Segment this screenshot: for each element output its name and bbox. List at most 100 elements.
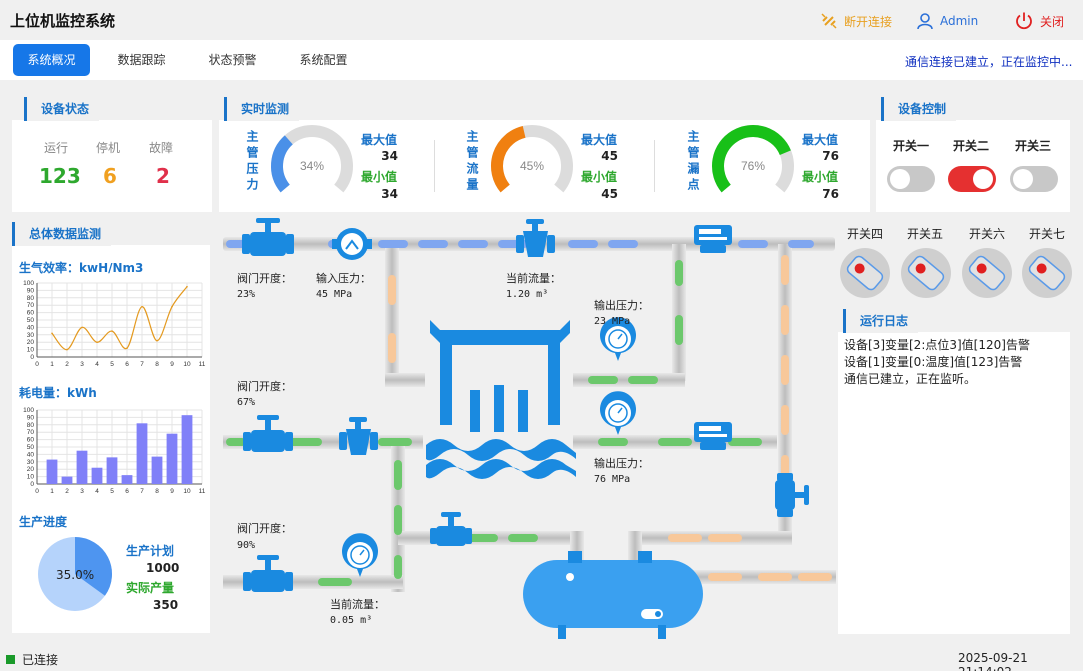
switch-2-label: 开关二 xyxy=(953,139,990,153)
device-status-title: 设备状态 xyxy=(24,97,100,121)
pie-percent-label: 35.0% xyxy=(56,568,95,582)
data-point xyxy=(141,305,143,308)
gauge-min-value: 34 xyxy=(381,187,398,201)
status-fault-value: 2 xyxy=(156,164,170,188)
y-tick-label: 10 xyxy=(27,347,35,354)
rotary-knob-icon xyxy=(846,255,884,291)
input-pressure-label: 输入压力： xyxy=(316,272,371,285)
gauge-max-label: 最大值 xyxy=(581,133,618,147)
series-line xyxy=(51,286,188,351)
pressure-sensor-icon xyxy=(342,533,378,577)
bar xyxy=(91,467,103,484)
x-tick-label: 3 xyxy=(80,361,84,368)
switch-1-toggle[interactable] xyxy=(887,166,935,192)
y-tick-label: 30 xyxy=(27,459,35,466)
x-tick-label: 9 xyxy=(170,361,174,368)
data-point xyxy=(156,339,158,342)
switch-5-label: 开关五 xyxy=(907,227,944,241)
user-button[interactable]: Admin xyxy=(916,10,978,32)
tab-overview[interactable]: 系统概况 xyxy=(13,44,90,76)
x-tick-label: 1 xyxy=(50,488,54,495)
x-tick-label: 11 xyxy=(199,488,206,495)
title-bar: 上位机监控系统 断开连接 Admin 关闭 xyxy=(0,0,1083,40)
x-tick-label: 1 xyxy=(50,361,54,368)
y-tick-label: 70 xyxy=(27,429,35,436)
x-tick-label: 5 xyxy=(110,488,114,495)
power-bar-chart: 01020304050607080901000 1 2 3 4 5 6 7 8 9 10 11 xyxy=(23,407,206,495)
gauge-label: 主管压力 xyxy=(245,130,259,194)
actual-label: 实际产量 xyxy=(126,581,175,595)
bar xyxy=(76,450,88,484)
gauge-max-value: 34 xyxy=(381,149,398,163)
gauge-max-value: 45 xyxy=(601,149,618,163)
switch-3-toggle[interactable] xyxy=(1010,166,1058,192)
x-tick-label: 0 xyxy=(35,488,39,495)
overall-panel: 总体数据监测 生气效率：kwH/Nm3 耗电量：kWh 生产进度 0 10 20 30… xyxy=(12,222,210,633)
switch-2-toggle[interactable] xyxy=(948,166,996,192)
x-tick-label: 4 xyxy=(95,488,99,495)
x-tick-label: 10 xyxy=(183,488,191,495)
output-pressure-1-label: 输出压力： xyxy=(594,299,649,312)
current-flow-2-value: 0.05 m³ xyxy=(330,615,373,626)
y-tick-label: 20 xyxy=(27,339,35,346)
app-title: 上位机监控系统 xyxy=(10,12,116,30)
close-label: 关闭 xyxy=(1040,14,1065,29)
switch-7-rotary[interactable] xyxy=(1022,248,1072,298)
close-button[interactable]: 关闭 xyxy=(1014,10,1064,32)
x-tick-label: 2 xyxy=(65,488,69,495)
bar xyxy=(181,415,193,484)
rotary-knob-icon xyxy=(1028,255,1066,291)
disconnect-button[interactable]: 断开连接 xyxy=(820,10,892,32)
x-tick-label: 0 xyxy=(35,361,39,368)
gauge-percent: 34% xyxy=(300,159,324,173)
y-tick-label: 40 xyxy=(27,451,35,458)
data-point xyxy=(186,285,188,288)
status-stopped-label: 停机 xyxy=(96,141,121,155)
plan-label: 生产计划 xyxy=(126,544,175,558)
status-running-label: 运行 xyxy=(44,141,69,155)
gauge-label: 主管流量 xyxy=(465,130,479,194)
bar xyxy=(46,459,58,484)
progress-title: 生产进度 xyxy=(19,515,68,529)
tab-system-config[interactable]: 系统配置 xyxy=(285,44,362,76)
y-tick-label: 90 xyxy=(27,287,35,294)
disconnect-label: 断开连接 xyxy=(844,14,893,29)
gate-valve-icon xyxy=(339,417,378,455)
storage-tank-icon xyxy=(523,551,703,639)
overall-title: 总体数据监测 xyxy=(12,222,112,246)
gauge-min-label: 最小值 xyxy=(581,170,618,184)
log-panel: 运行日志 设备[3]变量[2:点位3]值[120]告警 设备[1]变量[0:温度… xyxy=(838,309,1070,634)
y-tick-label: 30 xyxy=(27,332,35,339)
connected-indicator xyxy=(6,655,15,664)
efficiency-line-chart: 01020304050607080901000 1 2 3 4 5 6 7 8 9 10 11 xyxy=(23,280,206,368)
switch-4-rotary[interactable] xyxy=(840,248,890,298)
tab-status-warning[interactable]: 状态预警 xyxy=(194,44,271,76)
current-flow-value: 1.20 m³ xyxy=(506,289,549,300)
user-icon xyxy=(917,13,933,30)
x-tick-label: 11 xyxy=(199,361,206,368)
gate-valve-icon xyxy=(516,219,555,257)
chart2-title: 耗电量：kWh xyxy=(19,386,97,400)
y-tick-label: 60 xyxy=(27,437,35,444)
log-title: 运行日志 xyxy=(843,309,919,333)
switch-7-label: 开关七 xyxy=(1029,227,1066,241)
gauge-ring: 34% xyxy=(271,125,353,193)
valve2-opening-label: 阀门开度： xyxy=(237,380,292,393)
plan-value: 1000 xyxy=(146,561,180,575)
gauge-min-value: 45 xyxy=(601,187,618,201)
tab-data-tracking[interactable]: 数据跟踪 xyxy=(103,44,180,76)
switch-6-rotary[interactable] xyxy=(962,248,1012,298)
vertical-valve-icon xyxy=(775,473,809,517)
x-tick-label: 8 xyxy=(155,361,159,368)
status-stopped-value: 6 xyxy=(103,164,117,188)
data-point xyxy=(171,305,173,308)
gauge-min-value: 76 xyxy=(822,187,839,201)
x-tick-label: 8 xyxy=(155,488,159,495)
switch-5-rotary[interactable] xyxy=(901,248,951,298)
unlink-icon xyxy=(821,13,837,29)
x-tick-label: 6 xyxy=(125,361,129,368)
y-tick-label: 90 xyxy=(27,414,35,421)
valve1-opening-label: 阀门开度： xyxy=(237,272,292,285)
gauge-min-label: 最小值 xyxy=(361,170,398,184)
switch-6-label: 开关六 xyxy=(969,227,1006,241)
